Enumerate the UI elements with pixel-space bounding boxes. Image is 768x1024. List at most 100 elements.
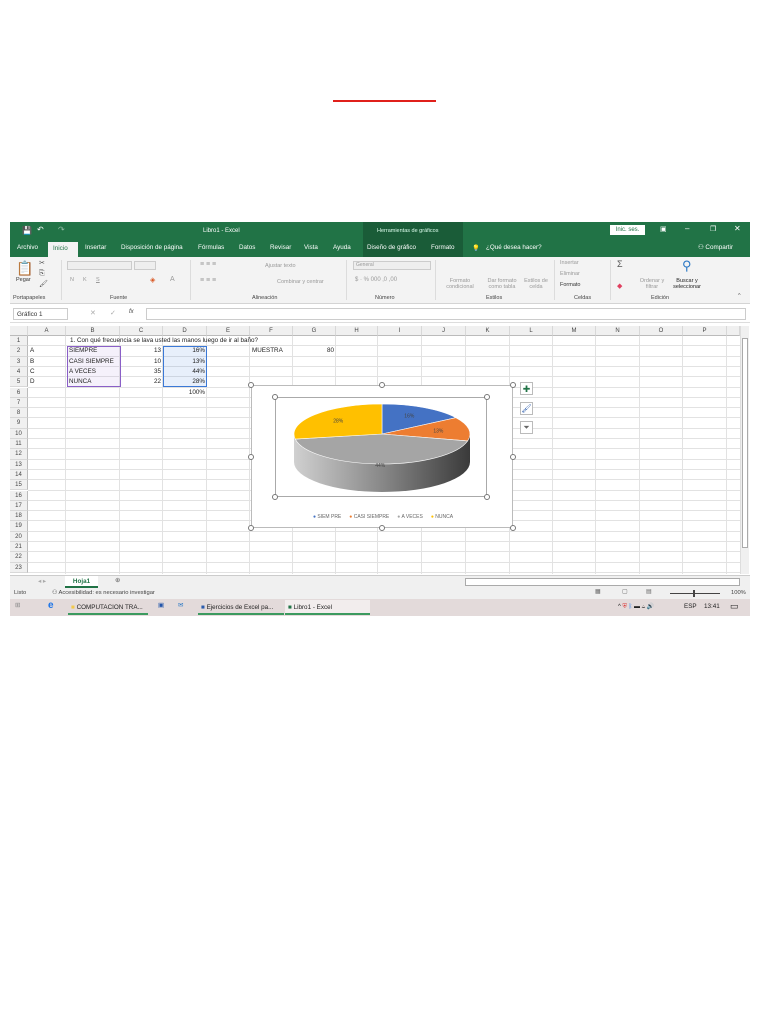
task-view-icon[interactable]: ⊞ [15,602,20,609]
font-size-select[interactable] [134,261,156,270]
taskbar-item-excel[interactable]: ■ Libro1 - Excel [285,600,370,615]
column-header-O[interactable]: O [640,326,683,336]
save-icon[interactable]: 💾 [22,226,32,235]
tab-vista[interactable]: Vista [304,244,318,251]
cell-styles-button[interactable]: Estilos de celda [521,278,551,290]
row-header-13[interactable]: 13 [10,459,28,470]
zoom-slider[interactable] [670,590,720,597]
resize-handle[interactable] [248,382,254,388]
copy-icon[interactable]: ⎘ [39,270,45,278]
paste-icon[interactable]: 📋 [16,260,33,277]
clock[interactable]: 13:41 [704,603,720,610]
font-name-select[interactable] [67,261,132,270]
resize-handle[interactable] [379,382,385,388]
cell-total[interactable]: 100% [163,388,205,398]
insert-cells-button[interactable]: Insertar [560,260,579,266]
page-layout-icon[interactable]: ▢ [622,589,627,595]
taskbar-item-word[interactable]: ■ Ejercicios de Excel pa... [198,600,284,615]
italic-button[interactable]: K [83,277,87,283]
close-button[interactable]: ✕ [734,224,741,233]
cell-sample-value[interactable]: 80 [293,346,334,356]
row-header-8[interactable]: 8 [10,408,28,419]
resize-handle[interactable] [510,382,516,388]
pie-chart[interactable]: 16% 13% 44% 28% ● SIEM PRE ● CASI SIEMPRE ● A… [248,382,516,531]
row-header-16[interactable]: 16 [10,490,28,501]
paste-button[interactable]: Pegar [16,277,31,283]
legend-entry[interactable]: ● NUNCA [431,514,453,520]
sort-filter-button[interactable]: Ordenar y filtrar [637,278,667,290]
align-top-icon[interactable]: ≡ ≡ ≡ [200,261,216,268]
minimize-button[interactable]: – [685,224,689,233]
cancel-icon[interactable]: ✕ [90,309,96,317]
cell-percent[interactable]: 16% [163,346,205,356]
redo-icon[interactable]: ↷ [58,225,65,234]
cell-sample-label[interactable]: MUESTRA [252,346,283,356]
row-header-17[interactable]: 17 [10,500,28,512]
tray-icons[interactable]: ^ ⛨ ᛒ ▬ ◬ 🔊 [618,603,654,611]
bold-button[interactable]: N [70,277,74,283]
row-header-1[interactable]: 1 [10,336,28,347]
row-header-22[interactable]: 22 [10,552,28,563]
plot-area[interactable] [275,397,487,497]
accessibility-status[interactable]: ⚇ Accesibilidad: es necesario investigar [52,590,155,596]
cell-option[interactable]: CASI SIEMPRE [69,357,114,367]
number-format-icons[interactable]: $ · % 000 ‚0 ,00 [355,277,397,283]
column-header-N[interactable]: N [596,326,640,336]
chart-styles-button[interactable]: 🖌 [520,402,533,415]
cell-percent[interactable]: 28% [163,377,205,387]
add-sheet-button[interactable]: ⊕ [115,577,120,584]
column-header-E[interactable]: E [207,326,250,336]
tab-disposicion[interactable]: Disposición de página [121,244,183,251]
font-color-icon[interactable]: A [170,276,175,283]
language-indicator[interactable]: ESP [684,603,697,610]
notifications-icon[interactable]: ▭ [730,601,739,612]
resize-handle[interactable] [379,525,385,531]
restore-button[interactable]: ❐ [710,225,716,233]
search-icon[interactable]: ⚲ [682,258,692,274]
row-header-4[interactable]: 4 [10,366,28,378]
merge-center-button[interactable]: Combinar y centrar [277,279,324,285]
row-header-18[interactable]: 18 [10,511,28,522]
format-cells-button[interactable]: Formato [560,282,580,288]
row-header-15[interactable]: 15 [10,480,28,491]
tab-ayuda[interactable]: Ayuda [333,244,351,251]
column-header-I[interactable]: I [378,326,422,336]
row-header-20[interactable]: 20 [10,531,28,542]
store-icon[interactable]: ▣ [158,602,164,609]
legend-entry[interactable]: ● CASI SIEMPRE [349,514,389,520]
legend-entry[interactable]: ● SIEM PRE [313,514,341,520]
chart-filters-button[interactable]: ⏷ [520,421,533,434]
resize-handle[interactable] [272,394,278,400]
clear-icon[interactable]: ◆ [617,282,622,290]
find-select-button[interactable]: Buscar y seleccionar [667,278,707,290]
resize-handle[interactable] [272,494,278,500]
tab-formato[interactable]: Formato [431,244,454,251]
legend-entry[interactable]: ● A VECES [397,514,423,520]
row-header-3[interactable]: 3 [10,356,28,367]
column-header-A[interactable]: A [28,326,66,336]
format-table-button[interactable]: Dar formato como tabla [482,278,522,290]
row-header-7[interactable]: 7 [10,397,28,409]
column-header-G[interactable]: G [293,326,336,336]
function-icon[interactable]: fx [129,309,134,315]
resize-handle[interactable] [248,525,254,531]
enter-icon[interactable]: ✓ [110,309,116,317]
format-painter-icon[interactable]: 🖌 [39,280,48,288]
select-all[interactable] [10,326,28,336]
fill-color-icon[interactable]: ◈ [150,276,155,284]
conditional-format-button[interactable]: Formato condicional [440,278,480,290]
cell-option[interactable]: SIEMPRE [69,346,97,356]
column-header-H[interactable]: H [336,326,378,336]
resize-handle[interactable] [484,394,490,400]
tab-revisar[interactable]: Revisar [270,244,291,251]
row-header-5[interactable]: 5 [10,377,28,388]
question-cell[interactable]: 1. Con qué frecuencia se lava usted las … [70,336,258,346]
horizontal-scrollbar[interactable] [465,578,740,586]
column-header-C[interactable]: C [120,326,163,336]
page-break-icon[interactable]: ▤ [646,589,651,595]
column-header-P[interactable]: P [683,326,727,336]
sheet-tab-hoja1[interactable]: Hoja1 [65,576,98,588]
collapse-ribbon-icon[interactable]: ^ [738,293,741,299]
column-header-K[interactable]: K [466,326,510,336]
cell-letter[interactable]: B [30,357,34,367]
